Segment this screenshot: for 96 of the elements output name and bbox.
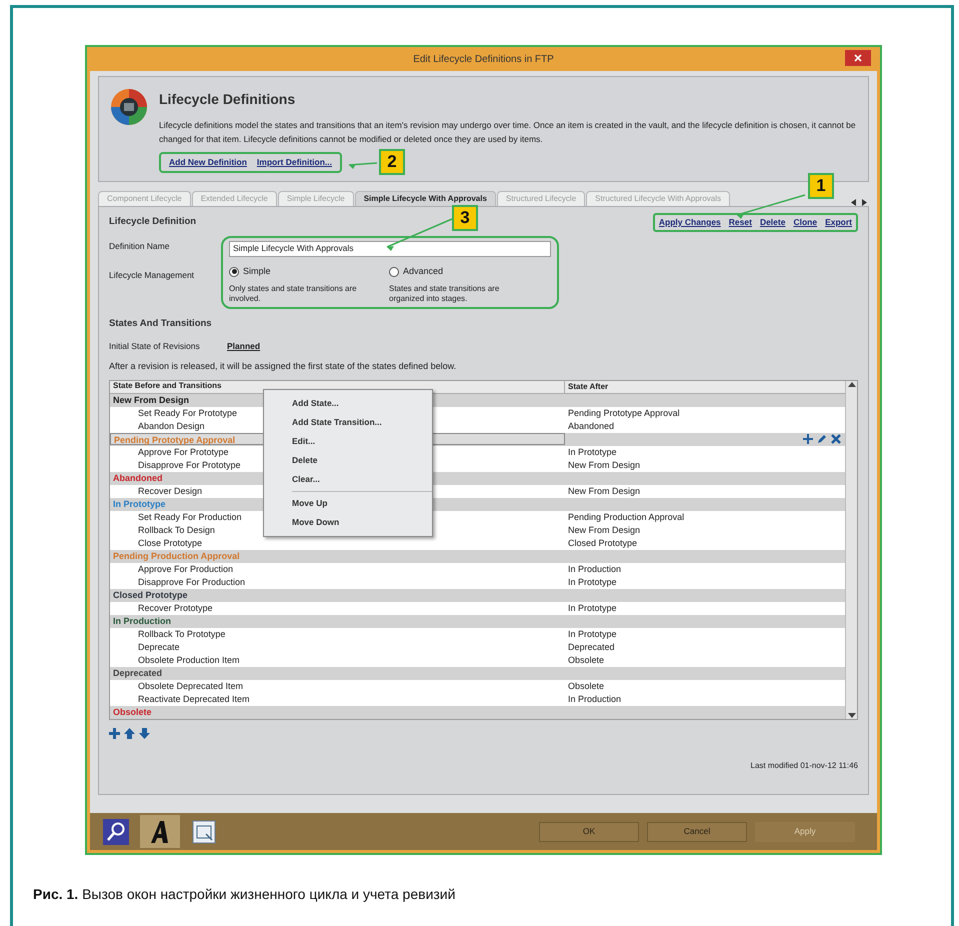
state-name[interactable]: Deprecated xyxy=(113,668,162,678)
dialog-button[interactable]: Cancel xyxy=(647,822,747,842)
name-field[interactable]: Simple Lifecycle With Approvals xyxy=(229,240,551,257)
table-cell: Disapprove For Prototype xyxy=(138,460,241,470)
callout-number: 3 xyxy=(452,205,478,231)
table-cell: In Prototype xyxy=(568,446,617,456)
table-cell: Close Prototype xyxy=(138,538,202,548)
scroll-right-icon[interactable] xyxy=(861,199,867,206)
action-link[interactable]: Reset xyxy=(728,216,752,229)
state-name[interactable]: Closed Prototype xyxy=(113,590,188,600)
table-cell: Set Ready For Production xyxy=(138,512,242,522)
plus-icon[interactable] xyxy=(109,728,120,739)
scroll-down-icon[interactable] xyxy=(848,712,856,719)
header-title: Lifecycle Definitions xyxy=(159,90,296,109)
callout-number: 1 xyxy=(808,173,834,199)
close-button[interactable] xyxy=(845,50,871,66)
scroll-left-icon[interactable] xyxy=(851,199,857,206)
action-link[interactable]: Clone xyxy=(793,216,818,229)
last-modified-text: Last modified 01-nov-12 11:46 xyxy=(750,760,858,772)
state-name[interactable]: In Production xyxy=(113,616,171,626)
field-label: Initial State of Revisions xyxy=(109,340,201,352)
pencil-icon[interactable] xyxy=(817,434,827,444)
plus-icon[interactable] xyxy=(803,434,813,444)
table-cell: Disapprove For Production xyxy=(138,576,246,586)
tab[interactable]: Simple Lifecycle With Approvals xyxy=(354,191,496,206)
window-title: Edit Lifecycle Definitions in FTP xyxy=(413,52,554,66)
table-cell: New From Design xyxy=(568,524,640,534)
menu-item[interactable]: Clear... xyxy=(264,470,432,489)
radio-button[interactable] xyxy=(389,266,399,276)
delete-icon[interactable] xyxy=(831,434,841,444)
field-label: Lifecycle Management xyxy=(109,268,196,282)
table-cell: Abandoned xyxy=(568,420,614,430)
menu-item[interactable]: Move Up xyxy=(264,494,432,513)
action-link[interactable]: Apply Changes xyxy=(658,216,721,229)
table-cell: Rollback To Prototype xyxy=(138,628,226,638)
menu-item[interactable]: Add State Transition... xyxy=(264,412,432,432)
scrollbar[interactable] xyxy=(845,380,857,719)
menu-item[interactable]: Edit... xyxy=(264,432,432,451)
menu-item[interactable]: Delete xyxy=(264,450,432,470)
table-cell: Deprecate xyxy=(138,642,180,652)
callout-number: 2 xyxy=(379,149,405,175)
search-icon[interactable] xyxy=(103,818,129,844)
option-description: States and state transitions are organized into stages. xyxy=(389,284,500,304)
table-cell: Closed Prototype xyxy=(568,538,638,548)
table-cell: New From Design xyxy=(568,460,640,470)
state-name[interactable]: Abandoned xyxy=(113,472,162,482)
table-cell: New From Design xyxy=(568,486,640,496)
initial-state-link[interactable]: Planned xyxy=(227,340,260,352)
state-name[interactable]: New From Design xyxy=(113,394,190,404)
letter-a-logo-icon[interactable] xyxy=(149,820,171,844)
action-link[interactable]: Export xyxy=(825,216,852,229)
menu-item[interactable]: Move Down xyxy=(264,512,432,532)
column-header: State After xyxy=(567,380,610,393)
table-cell: Obsolete xyxy=(568,680,604,690)
table-cell: Obsolete xyxy=(568,654,604,664)
section-title: States And Transitions xyxy=(109,317,213,332)
table-cell: In Prototype xyxy=(568,576,617,586)
up-arrow-icon[interactable] xyxy=(124,728,135,739)
radio-button[interactable] xyxy=(229,266,239,276)
table-cell: Pending Prototype Approval xyxy=(568,408,680,418)
header-link[interactable]: Add New Definition xyxy=(169,156,247,169)
field-label: Definition Name xyxy=(109,240,170,252)
table-cell: Obsolete Deprecated Item xyxy=(138,680,244,690)
table-cell: In Prototype xyxy=(568,628,617,638)
table-cell: Approve For Prototype xyxy=(138,446,229,456)
window-app-icon[interactable] xyxy=(192,820,216,844)
dialog-button[interactable]: OK xyxy=(539,822,639,842)
option-description: Only states and state transitions are involved. xyxy=(229,284,358,304)
action-link[interactable]: Delete xyxy=(760,216,786,229)
down-arrow-icon[interactable] xyxy=(139,728,150,739)
table-cell: Rollback To Design xyxy=(138,524,215,534)
table-cell: Approve For Production xyxy=(138,564,234,574)
header-description: Lifecycle definitions model the states and transitions that an item's revision may undergo over time. Once an item is created in the vault, and the lifecycle definition is chosen, it cannot be changed for that item. Lifecycle definitions cannot be modified or deleted once they are used by items. xyxy=(159,119,857,146)
radio-label: Simple xyxy=(243,264,271,278)
table-cell: Reactivate Deprecated Item xyxy=(138,694,250,704)
header-link[interactable]: Import Definition... xyxy=(256,156,332,169)
table-cell: Recover Prototype xyxy=(138,602,213,612)
table-cell: In Production xyxy=(568,564,622,574)
table-cell: Abandon Design xyxy=(138,420,205,430)
note-text: After a revision is released, it will be assigned the first state of the states defined below. xyxy=(109,360,458,374)
table-cell: Deprecated xyxy=(568,642,615,652)
figure-caption: Рис. 1. Вызов окон настройки жизненного цикла и учета ревизий xyxy=(33,885,456,904)
table-cell: Obsolete Production Item xyxy=(138,654,240,664)
table-cell: In Prototype xyxy=(568,602,617,612)
table-cell: In Production xyxy=(568,694,622,704)
leader-line xyxy=(348,162,378,169)
section-title: Lifecycle Definition xyxy=(109,215,196,230)
radio-label: Advanced xyxy=(403,264,444,278)
close-icon xyxy=(854,54,862,62)
scroll-up-icon[interactable] xyxy=(848,380,856,387)
table-cell: Pending Production Approval xyxy=(568,512,684,522)
state-name[interactable]: Obsolete xyxy=(113,706,152,716)
lifecycle-logo-icon xyxy=(109,87,149,127)
menu-item[interactable]: Add State... xyxy=(264,394,432,413)
table-cell: Recover Design xyxy=(138,486,202,496)
table-cell: Set Ready For Prototype xyxy=(138,408,238,418)
